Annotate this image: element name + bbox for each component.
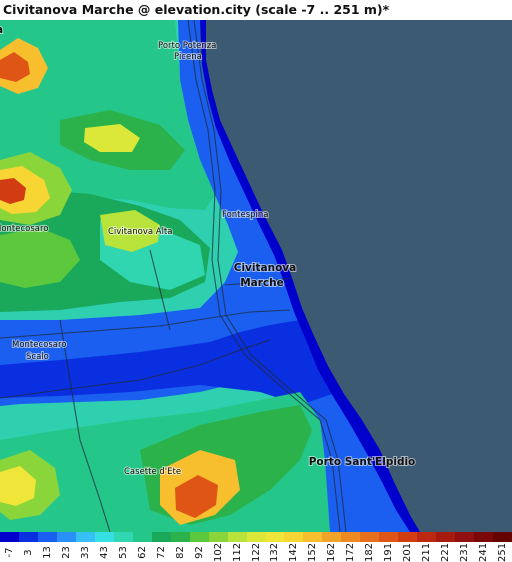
legend-swatch bbox=[246, 532, 266, 542]
legend-swatch bbox=[379, 532, 399, 542]
elevation-map[interactable]: Porto PotenzaPicena Fontespina Civitanova … bbox=[0, 20, 512, 532]
place-label: Montecosaro bbox=[12, 340, 67, 350]
place-label: Casette d'Ete bbox=[124, 467, 181, 477]
legend-label: -7 bbox=[4, 547, 15, 558]
legend-label: 211 bbox=[421, 542, 433, 562]
legend-swatch bbox=[417, 532, 437, 542]
elevation-legend: -7 3 13 23 33 43 53 62 72 82 92 102 112 122 132 142 152 1… bbox=[0, 532, 512, 562]
legend-swatch bbox=[360, 532, 380, 542]
legend-swatch bbox=[436, 532, 456, 542]
legend-label: 3 bbox=[22, 549, 34, 556]
legend-swatch bbox=[208, 532, 229, 542]
legend-swatch bbox=[189, 532, 210, 542]
place-label: Picena bbox=[174, 52, 202, 62]
legend-swatch bbox=[37, 532, 58, 542]
legend-label: 172 bbox=[345, 542, 357, 562]
legend-swatch bbox=[322, 532, 342, 542]
legend-swatch bbox=[284, 532, 304, 542]
legend-label: 152 bbox=[307, 542, 319, 562]
legend-swatch bbox=[18, 532, 39, 542]
legend-label: 102 bbox=[212, 542, 224, 562]
legend-swatch bbox=[94, 532, 115, 542]
legend-label: 122 bbox=[250, 542, 262, 562]
legend-label: 142 bbox=[288, 542, 300, 562]
legend-label: 23 bbox=[60, 546, 72, 559]
legend-swatch bbox=[113, 532, 134, 542]
legend-swatch bbox=[455, 532, 475, 542]
legend-label: 82 bbox=[174, 546, 186, 559]
place-label: Civitanova Alta bbox=[108, 227, 172, 237]
legend-swatch bbox=[151, 532, 172, 542]
legend-swatch bbox=[341, 532, 361, 542]
legend-swatch bbox=[170, 532, 191, 542]
legend-label: 13 bbox=[41, 546, 53, 559]
legend-label: 92 bbox=[193, 546, 205, 559]
legend-label: 43 bbox=[98, 546, 110, 559]
legend-swatch bbox=[0, 532, 20, 542]
place-label: Porto Sant'Elpidio bbox=[309, 456, 416, 468]
legend-label: 191 bbox=[383, 542, 395, 562]
place-label: Scalo bbox=[26, 352, 49, 362]
legend-label: 251 bbox=[497, 542, 509, 562]
legend-swatch bbox=[303, 532, 323, 542]
place-label: Marche bbox=[240, 277, 284, 289]
legend-swatch bbox=[265, 532, 285, 542]
legend-swatch bbox=[56, 532, 77, 542]
legend-swatch bbox=[132, 532, 153, 542]
legend-label: 72 bbox=[155, 546, 167, 559]
place-label: a bbox=[0, 24, 3, 36]
legend-label: 132 bbox=[269, 542, 281, 562]
legend-label: 162 bbox=[326, 542, 338, 562]
legend-swatch bbox=[474, 532, 494, 542]
legend-swatch bbox=[227, 532, 247, 542]
legend-label: 53 bbox=[117, 546, 129, 559]
legend-label: 241 bbox=[478, 542, 490, 562]
legend-label: 231 bbox=[459, 542, 471, 562]
legend-label: 62 bbox=[136, 546, 148, 559]
legend-label: 33 bbox=[79, 546, 91, 559]
place-label: Montecosaro bbox=[0, 224, 49, 234]
legend-swatch bbox=[493, 532, 512, 542]
legend-label: 182 bbox=[364, 542, 376, 562]
place-label: Civitanova bbox=[234, 262, 296, 274]
place-label: Porto Potenza bbox=[158, 41, 216, 51]
legend-swatch bbox=[398, 532, 418, 542]
legend-label: 221 bbox=[440, 542, 452, 562]
legend-swatch bbox=[75, 532, 96, 542]
legend-label: 112 bbox=[231, 542, 243, 562]
place-label: Fontespina bbox=[222, 210, 269, 220]
legend-label: 201 bbox=[402, 542, 414, 562]
map-title: Civitanova Marche @ elevation.city (scal… bbox=[3, 2, 390, 17]
